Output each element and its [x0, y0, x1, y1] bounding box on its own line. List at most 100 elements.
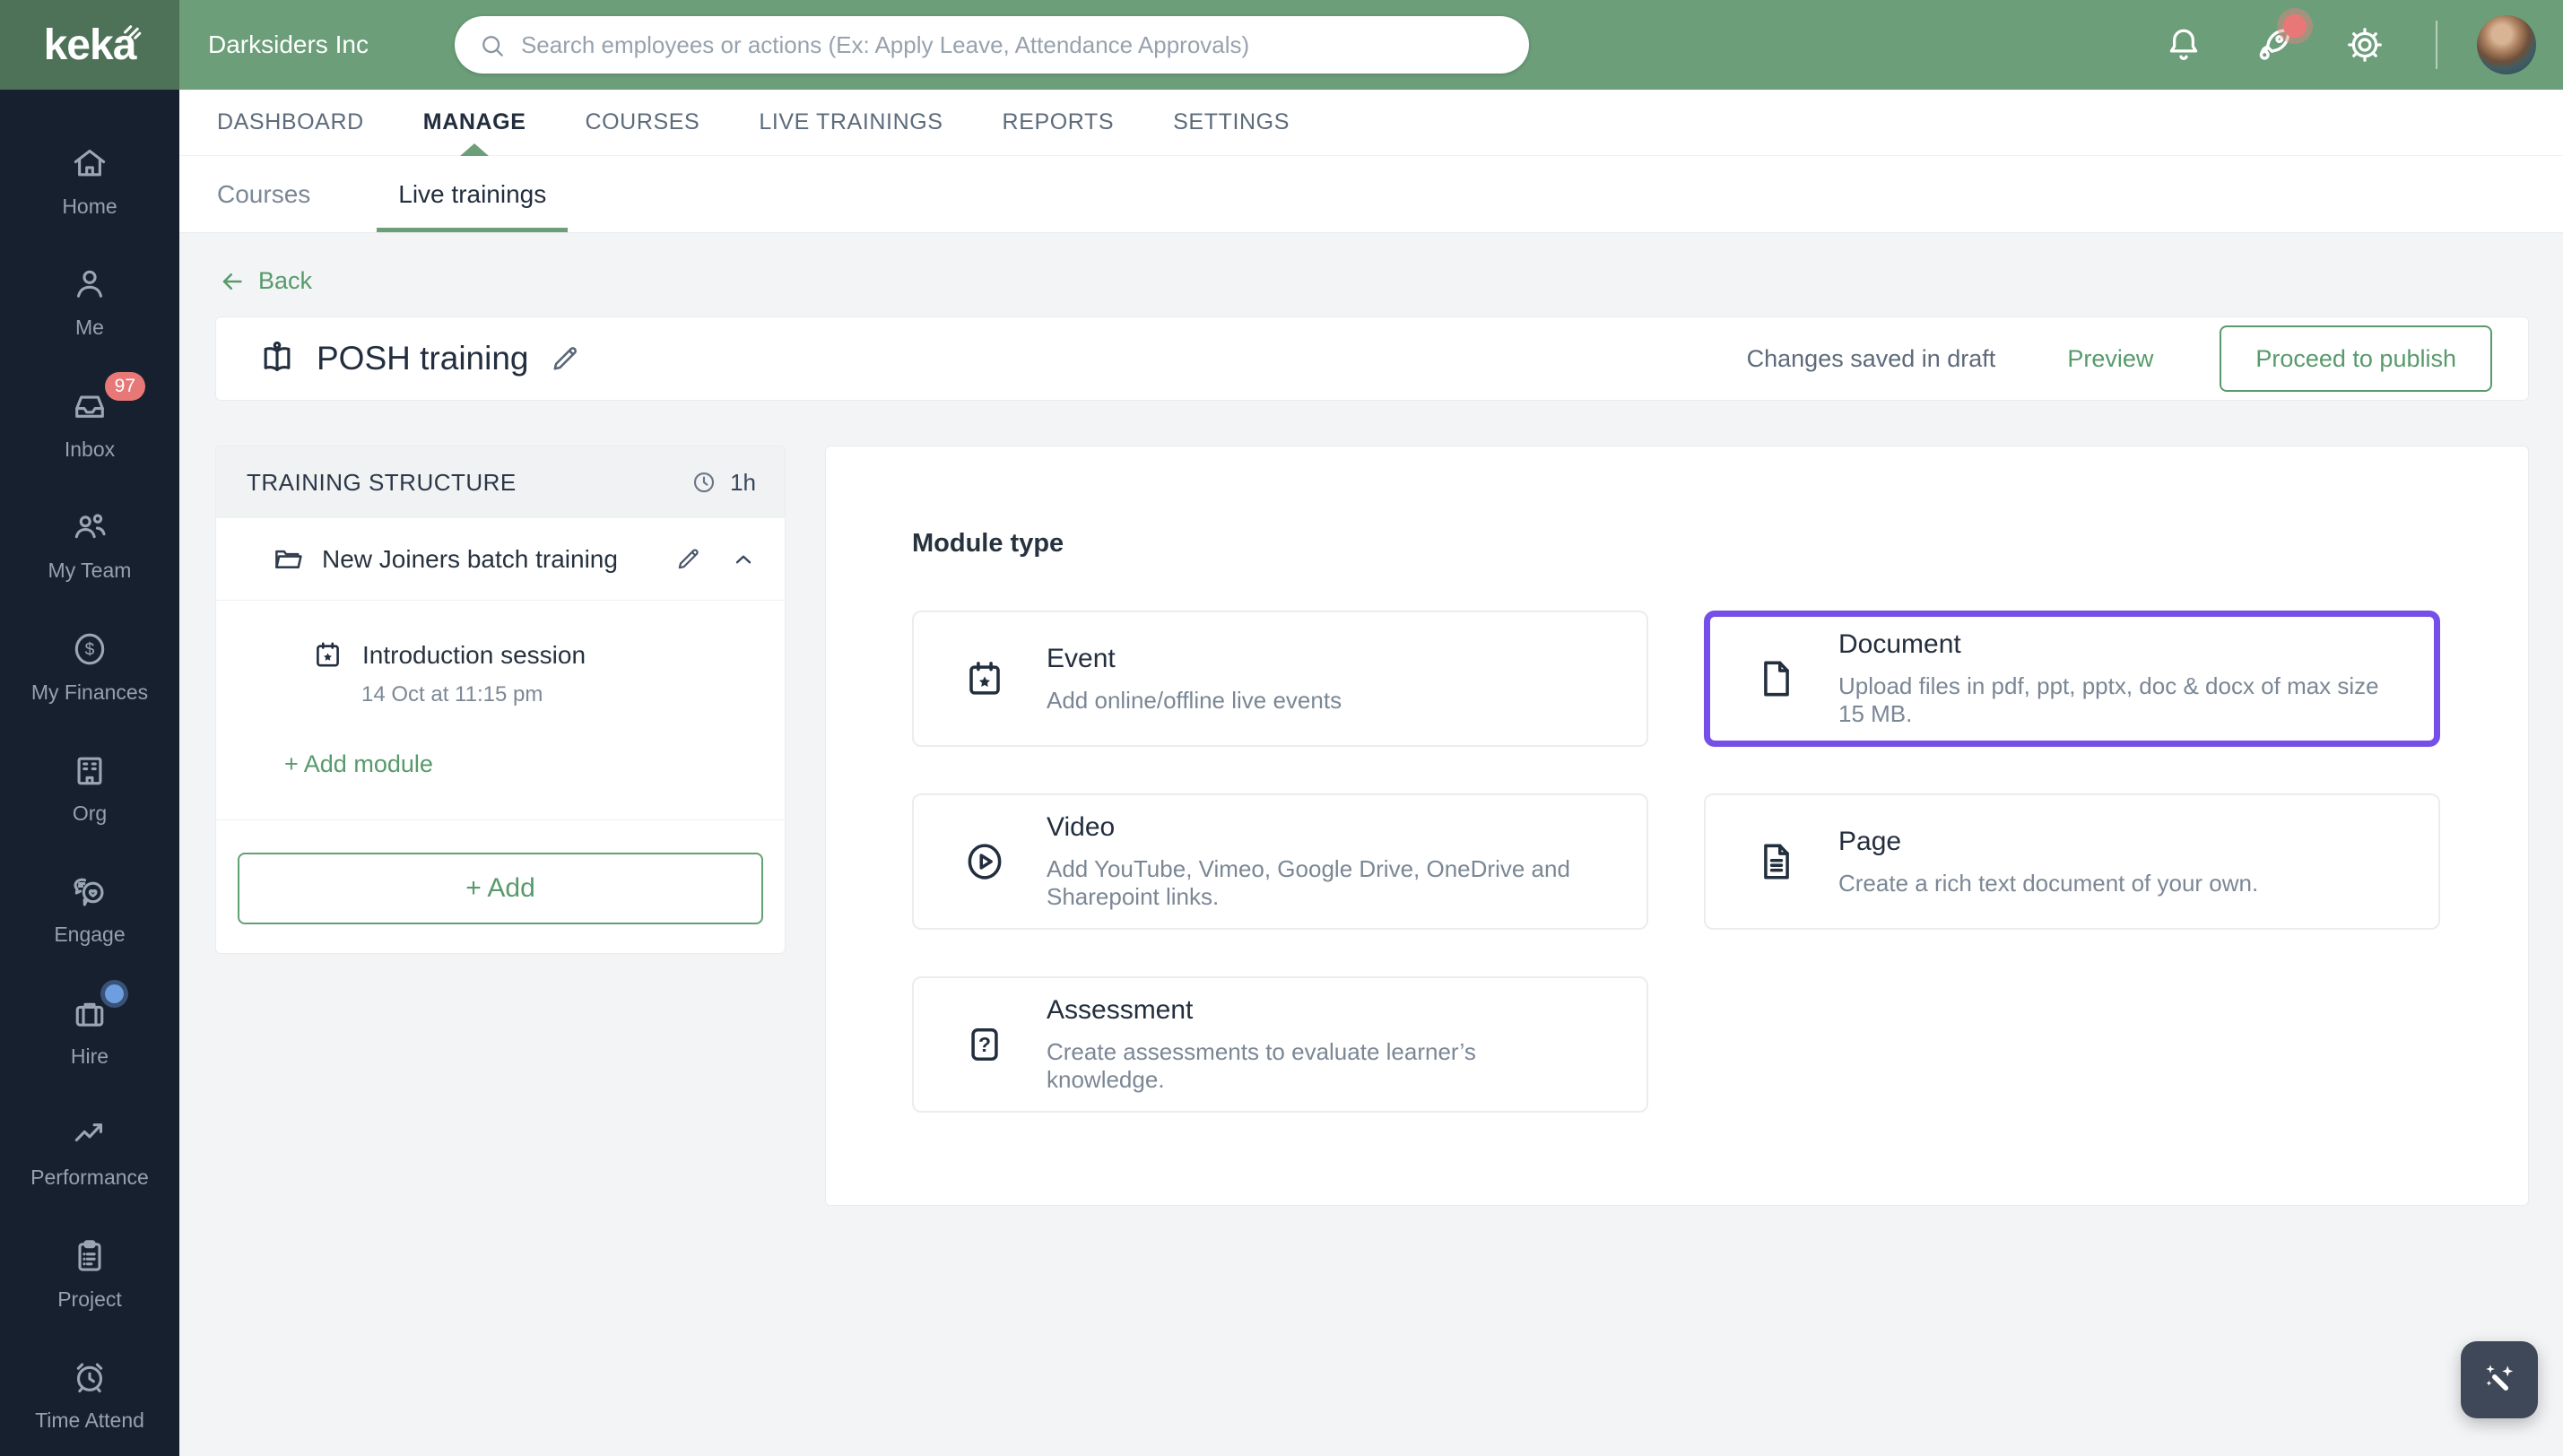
sidebar-item-home[interactable]: Home [0, 120, 179, 241]
chapter-name: New Joiners batch training [322, 544, 618, 573]
module-type-card-event[interactable]: Event Add online/offline live events [912, 611, 1648, 747]
card-title: Event [1047, 643, 1116, 673]
inbox-icon [75, 395, 104, 418]
total-duration: 1h [691, 469, 756, 497]
sidebar-label: Home [62, 194, 117, 218]
add-module-link[interactable]: + Add module [284, 750, 433, 778]
time-attend-clock-icon [76, 1363, 103, 1393]
edit-chapter-pencil-icon[interactable] [674, 545, 702, 573]
sidebar-item-time-attend[interactable]: Time Attend [0, 1335, 179, 1456]
video-play-icon [968, 844, 1002, 880]
page-title: POSH training [317, 340, 529, 377]
manage-sub-tabs: Courses Live trainings [179, 156, 2563, 233]
chapter-folder-row[interactable]: New Joiners batch training [216, 518, 785, 601]
back-link[interactable]: Back [219, 267, 312, 295]
tab-manage[interactable]: MANAGE [423, 90, 526, 155]
content-area: Back POSH training Changes saved in draf… [179, 233, 2563, 1456]
sidebar-item-performance[interactable]: Performance [0, 1092, 179, 1213]
finances-dollar-icon: $ [74, 633, 105, 664]
hire-briefcase-icon [75, 1002, 104, 1027]
sidebar-item-engage[interactable]: Engage [0, 849, 179, 970]
preview-link[interactable]: Preview [2067, 345, 2153, 373]
collapse-chevron-up-icon[interactable] [731, 547, 756, 572]
module-type-heading: Module type [912, 529, 1064, 558]
topbar-actions [2115, 14, 2563, 74]
document-file-icon [1764, 661, 1789, 697]
inbox-count-badge: 97 [104, 371, 145, 401]
org-building-icon [77, 757, 102, 785]
sidebar-label: My Finances [30, 680, 149, 704]
module-datetime: 14 Oct at 11:15 pm [361, 682, 543, 706]
module-type-card-assessment[interactable]: ? Assessment Create assessments to evalu… [912, 976, 1648, 1113]
sidebar-item-my-finances[interactable]: $ My Finances [0, 606, 179, 727]
person-icon [76, 270, 103, 298]
training-structure-header: TRAINING STRUCTURE 1h [216, 446, 785, 518]
training-header-card: POSH training Changes saved in draft Pre… [215, 316, 2529, 401]
tab-dashboard[interactable]: DASHBOARD [217, 90, 364, 155]
tab-live-trainings[interactable]: LIVE TRAININGS [759, 90, 943, 155]
topbar-divider [2436, 21, 2437, 69]
sidebar-label: My Team [48, 559, 132, 583]
edit-title-pencil-icon[interactable] [549, 342, 581, 375]
sidebar-item-hire[interactable]: Hire [0, 970, 179, 1091]
subtab-courses[interactable]: Courses [217, 156, 310, 232]
user-avatar[interactable] [2477, 15, 2536, 74]
sidebar-item-org[interactable]: Org [0, 727, 179, 848]
home-icon [74, 149, 106, 177]
sidebar-label: Time Attend [35, 1408, 144, 1433]
arrow-left-icon [222, 273, 242, 290]
sidebar-item-inbox[interactable]: 97 Inbox [0, 363, 179, 484]
card-title: Video [1047, 812, 1116, 842]
engage-chat-icon [74, 879, 104, 907]
tab-reports[interactable]: REPORTS [1003, 90, 1115, 155]
module-type-card-video[interactable]: Video Add YouTube, Vimeo, Google Drive, … [912, 793, 1648, 930]
assessment-question-icon: ? [971, 1027, 998, 1062]
card-title: Page [1838, 826, 1902, 856]
back-label: Back [258, 267, 313, 294]
sidebar-label: Performance [30, 1166, 149, 1190]
search-icon [482, 36, 503, 56]
card-title: Assessment [1047, 995, 1194, 1025]
module-nav-tabs: DASHBOARD MANAGE COURSES LIVE TRAININGS … [179, 90, 2563, 156]
sidebar-label: Engage [54, 923, 126, 947]
app-window: keka Darksiders Inc Search employees or … [0, 0, 2563, 1456]
sidebar-item-my-team[interactable]: My Team [0, 484, 179, 605]
proceed-to-publish-button[interactable]: Proceed to publish [2220, 325, 2492, 392]
whats-new-rocket-icon[interactable] [2253, 14, 2307, 66]
page-text-icon [1764, 844, 1789, 880]
card-description: Create a rich text document of your own. [1838, 869, 2259, 897]
sidebar-label: Project [57, 1287, 122, 1311]
sidebar-item-project[interactable]: Project [0, 1213, 179, 1334]
sidebar-label: Hire [70, 1044, 109, 1068]
training-book-icon [264, 341, 291, 372]
global-search [454, 16, 1529, 74]
clock-icon [694, 472, 715, 493]
module-type-card-document[interactable]: Document Upload files in pdf, ppt, pptx,… [1704, 611, 2440, 747]
rocket-notification-dot [2283, 14, 2307, 38]
svg-text:?: ? [978, 1033, 991, 1056]
magic-wand-icon [2486, 1365, 2514, 1391]
tab-settings[interactable]: SETTINGS [1173, 90, 1290, 155]
module-item-introduction-session[interactable]: Introduction session 14 Oct at 11:15 pm [216, 601, 785, 707]
event-calendar-icon [317, 642, 339, 667]
module-type-card-page[interactable]: Page Create a rich text document of your… [1704, 793, 2440, 930]
card-description: Upload files in pdf, ppt, pptx, doc & do… [1838, 672, 2379, 727]
subtab-live-trainings[interactable]: Live trainings [377, 156, 569, 232]
notifications-bell-icon[interactable] [2163, 24, 2204, 65]
performance-trend-icon [74, 1123, 103, 1142]
folder-icon [275, 550, 302, 568]
keka-logo[interactable]: keka [0, 0, 179, 90]
team-icon [74, 514, 106, 539]
search-input[interactable] [454, 16, 1529, 74]
hire-notification-dot [105, 984, 124, 1003]
training-structure-panel: TRAINING STRUCTURE 1h New Joiners batch … [215, 446, 786, 954]
settings-gear-icon[interactable] [2344, 24, 2385, 65]
tab-courses[interactable]: COURSES [585, 90, 699, 155]
add-chapter-button[interactable]: + Add [238, 853, 763, 924]
module-type-panel: Module type Event Add online/offline liv… [825, 446, 2529, 1206]
sidebar-item-me[interactable]: Me [0, 241, 179, 362]
event-calendar-icon [969, 662, 1000, 695]
ai-assistant-wand-button[interactable] [2461, 1341, 2538, 1418]
logo-spark-icon [124, 25, 142, 39]
top-bar: keka Darksiders Inc [0, 0, 2563, 90]
